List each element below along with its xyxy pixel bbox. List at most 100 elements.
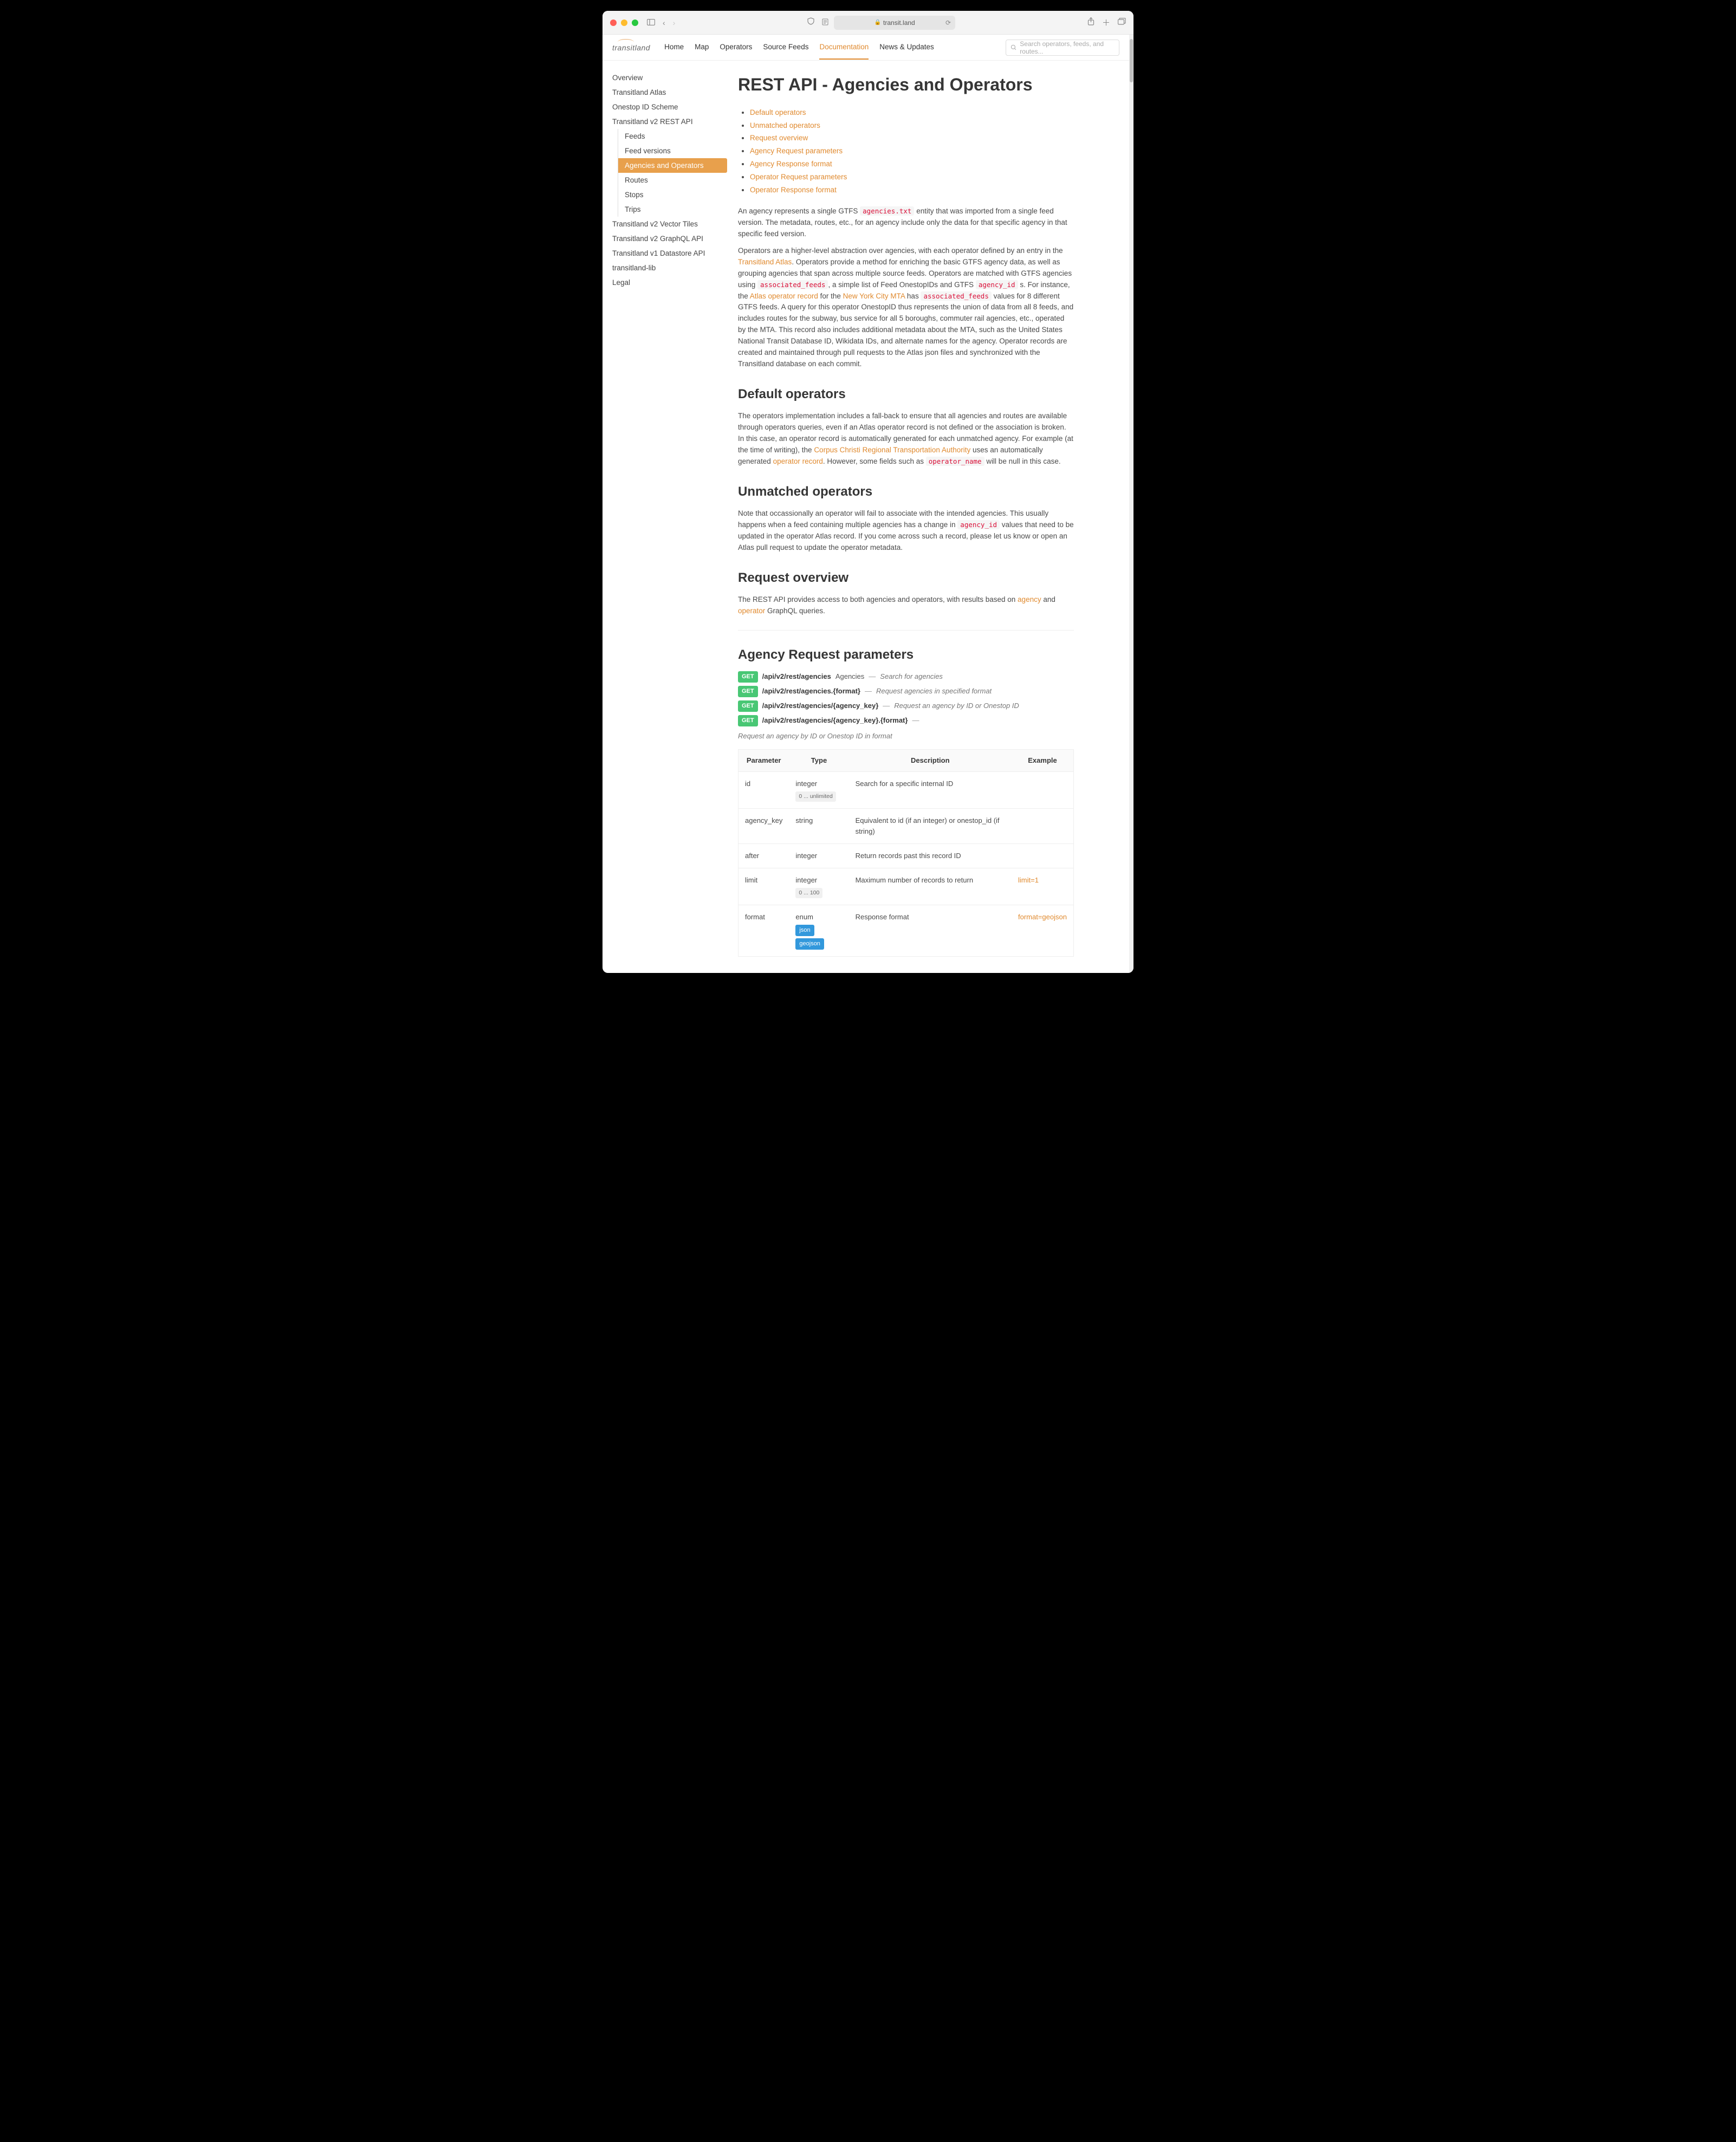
table-header: Example: [1012, 750, 1074, 772]
toc-item[interactable]: Operator Response format: [750, 185, 1074, 196]
tabs-icon[interactable]: [1118, 18, 1126, 27]
heading-request-overview: Request overview: [738, 568, 1074, 588]
reader-icon[interactable]: [822, 18, 828, 27]
toc-item[interactable]: Request overview: [750, 133, 1074, 144]
param-type: integer: [789, 844, 848, 868]
back-icon[interactable]: ‹: [663, 18, 665, 27]
nav-item-home[interactable]: Home: [664, 35, 684, 60]
table-row: afterintegerReturn records past this rec…: [739, 844, 1074, 868]
sidebar-item-legal[interactable]: Legal: [612, 275, 727, 290]
sidebar-item-transitland-v-rest-api[interactable]: Transitland v2 REST API: [612, 114, 727, 129]
share-icon[interactable]: [1087, 17, 1094, 28]
params-table: ParameterTypeDescriptionExample idintege…: [738, 749, 1074, 957]
toc-item[interactable]: Agency Response format: [750, 159, 1074, 170]
code-agency-id: agency_id: [976, 280, 1018, 289]
sidebar-subitem-trips[interactable]: Trips: [618, 202, 727, 217]
shield-icon[interactable]: [807, 17, 814, 28]
example-link[interactable]: limit=1: [1018, 876, 1039, 884]
endpoint-path: /api/v2/rest/agencies/{agency_key}.{form…: [762, 715, 908, 726]
lock-icon: 🔒: [875, 20, 881, 25]
url-bar[interactable]: 🔒 transit.land ⟳: [834, 16, 955, 30]
unmatched-operators-paragraph: Note that occassionally an operator will…: [738, 508, 1074, 554]
sidebar-subitem-stops[interactable]: Stops: [618, 187, 727, 202]
sidebar-subitem-agencies-and-operators[interactable]: Agencies and Operators: [618, 158, 727, 173]
link-transitland-atlas[interactable]: Transitland Atlas: [738, 258, 792, 266]
param-type: integer0 ... 100: [789, 868, 848, 905]
link-agency-graphql[interactable]: agency: [1018, 595, 1041, 603]
docs-sidebar: OverviewTransitland AtlasOnestop ID Sche…: [603, 61, 727, 973]
param-desc: Response format: [849, 905, 1012, 956]
sidebar-subitem-feeds[interactable]: Feeds: [618, 129, 727, 144]
endpoint-subdesc: Request an agency by ID or Onestop ID in…: [738, 731, 892, 742]
endpoint-row: GET /api/v2/rest/agencies.{format} — Req…: [738, 686, 1074, 697]
intro-paragraph-1: An agency represents a single GTFS agenc…: [738, 206, 1074, 240]
param-desc: Maximum number of records to return: [849, 868, 1012, 905]
search-input[interactable]: Search operators, feeds, and routes...: [1006, 40, 1119, 56]
param-desc: Equivalent to id (if an integer) or ones…: [849, 808, 1012, 843]
link-nyc-mta[interactable]: New York City MTA: [843, 292, 905, 300]
param-name: after: [739, 844, 789, 868]
main-nav: Home Map Operators Source Feeds Documentatio…: [664, 35, 934, 60]
url-text: transit.land: [883, 19, 915, 27]
maximize-window-button[interactable]: [632, 20, 638, 26]
endpoint-subdesc: Search for agencies: [880, 671, 943, 682]
table-header: Type: [789, 750, 848, 772]
forward-icon[interactable]: ›: [673, 18, 676, 27]
nav-item-operators[interactable]: Operators: [720, 35, 752, 60]
http-method-badge: GET: [738, 686, 758, 697]
sidebar-subitem-routes[interactable]: Routes: [618, 173, 727, 187]
toc-item[interactable]: Operator Request parameters: [750, 172, 1074, 183]
sidebar-toggle-icon[interactable]: [647, 18, 655, 27]
sidebar-item-transitland-v-datastore-api[interactable]: Transitland v1 Datastore API: [612, 246, 727, 261]
endpoint-path: /api/v2/rest/agencies: [762, 671, 831, 682]
close-window-button[interactable]: [610, 20, 617, 26]
code-agencies-txt: agencies.txt: [860, 206, 914, 216]
param-type: enumjsongeojson: [789, 905, 848, 956]
main-content: REST API - Agencies and Operators Defaul…: [727, 61, 1096, 973]
endpoint-desc: Agencies: [835, 671, 864, 682]
param-type: string: [789, 808, 848, 843]
table-header: Description: [849, 750, 1012, 772]
sidebar-item-transitland-atlas[interactable]: Transitland Atlas: [612, 85, 727, 100]
sidebar-item-transitland-v-graphql-api[interactable]: Transitland v2 GraphQL API: [612, 231, 727, 246]
nav-item-source-feeds[interactable]: Source Feeds: [763, 35, 808, 60]
nav-item-documentation[interactable]: Documentation: [819, 35, 869, 60]
link-atlas-operator-record[interactable]: Atlas operator record: [750, 292, 818, 300]
param-type: integer0 ... unlimited: [789, 772, 848, 808]
example-link[interactable]: format=geojson: [1018, 913, 1067, 921]
endpoint-row: GET /api/v2/rest/agencies/{agency_key}.{…: [738, 715, 1074, 742]
minimize-window-button[interactable]: [621, 20, 627, 26]
toc-item[interactable]: Agency Request parameters: [750, 146, 1074, 157]
reload-icon[interactable]: ⟳: [945, 19, 951, 27]
link-corpus-christi[interactable]: Corpus Christi Regional Transportation A…: [814, 446, 970, 454]
param-example: [1012, 844, 1074, 868]
toc-item[interactable]: Default operators: [750, 107, 1074, 119]
sidebar-subitem-feed-versions[interactable]: Feed versions: [618, 144, 727, 158]
scrollbar[interactable]: [1129, 35, 1133, 973]
http-method-badge: GET: [738, 715, 758, 726]
link-operator-graphql[interactable]: operator: [738, 607, 765, 615]
search-icon: [1010, 44, 1016, 51]
site-logo[interactable]: transitland: [612, 43, 650, 52]
link-operator-record[interactable]: operator record: [773, 457, 823, 465]
nav-item-news-updates[interactable]: News & Updates: [879, 35, 934, 60]
param-name: format: [739, 905, 789, 956]
param-name: id: [739, 772, 789, 808]
sidebar-item-transitland-lib[interactable]: transitland-lib: [612, 261, 727, 275]
divider: [738, 630, 1074, 631]
param-name: agency_key: [739, 808, 789, 843]
param-desc: Search for a specific internal ID: [849, 772, 1012, 808]
http-method-badge: GET: [738, 671, 758, 683]
request-overview-paragraph: The REST API provides access to both age…: [738, 594, 1074, 617]
nav-item-map[interactable]: Map: [695, 35, 709, 60]
browser-chrome: ‹ › 🔒 transit.land ⟳ ＋: [603, 11, 1133, 35]
traffic-lights: [610, 20, 638, 26]
table-row: limitinteger0 ... 100Maximum number of r…: [739, 868, 1074, 905]
toc-item[interactable]: Unmatched operators: [750, 120, 1074, 132]
endpoint-subdesc: Request agencies in specified format: [876, 686, 992, 697]
sidebar-item-transitland-v-vector-tiles[interactable]: Transitland v2 Vector Tiles: [612, 217, 727, 231]
enum-tag: json: [795, 925, 814, 936]
sidebar-item-onestop-id-scheme[interactable]: Onestop ID Scheme: [612, 100, 727, 114]
sidebar-item-overview[interactable]: Overview: [612, 70, 727, 85]
new-tab-icon[interactable]: ＋: [1102, 17, 1110, 28]
